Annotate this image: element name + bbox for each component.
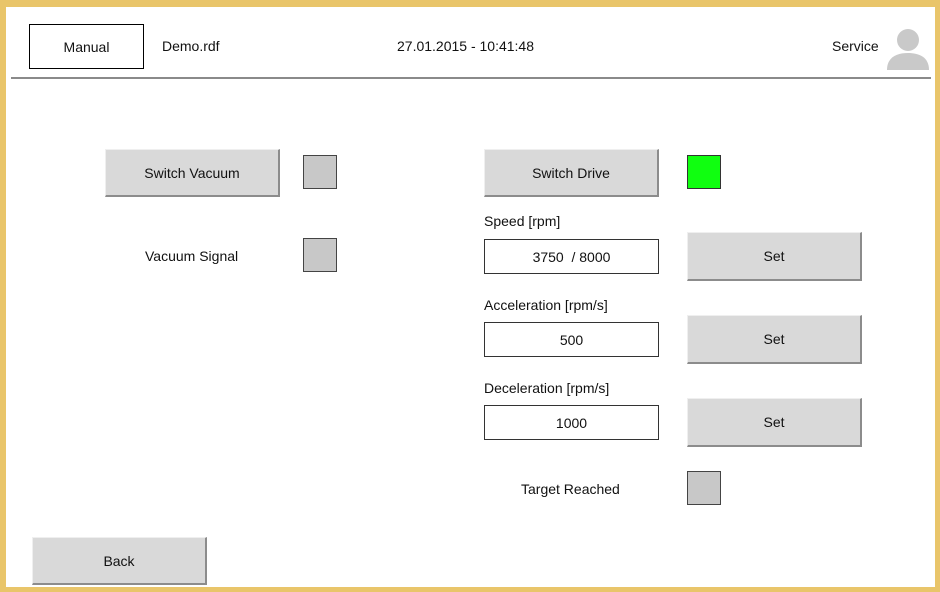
target-reached-label: Target Reached [521,481,620,497]
back-button[interactable]: Back [32,537,207,585]
acceleration-label: Acceleration [rpm/s] [484,297,608,313]
drive-switch-indicator [687,155,721,189]
file-name: Demo.rdf [162,38,220,54]
switch-vacuum-button[interactable]: Switch Vacuum [105,149,280,197]
vacuum-signal-indicator [303,238,337,272]
mode-indicator[interactable]: Manual [29,24,144,69]
speed-field[interactable]: 3750 / 8000 [484,239,659,274]
vacuum-switch-indicator [303,155,337,189]
target-reached-indicator [687,471,721,505]
header-divider [11,77,931,79]
window-frame [0,0,940,592]
datetime: 27.01.2015 - 10:41:48 [397,38,535,54]
set-speed-button[interactable]: Set [687,232,862,281]
acceleration-field[interactable]: 500 [484,322,659,357]
switch-drive-button[interactable]: Switch Drive [484,149,659,197]
set-deceleration-button[interactable]: Set [687,398,862,447]
set-acceleration-button[interactable]: Set [687,315,862,364]
deceleration-field[interactable]: 1000 [484,405,659,440]
vacuum-signal-label: Vacuum Signal [145,248,239,264]
user-avatar-icon[interactable] [884,26,932,70]
deceleration-label: Deceleration [rpm/s] [484,380,610,396]
speed-label: Speed [rpm] [484,213,561,229]
user-role: Service [832,38,879,54]
